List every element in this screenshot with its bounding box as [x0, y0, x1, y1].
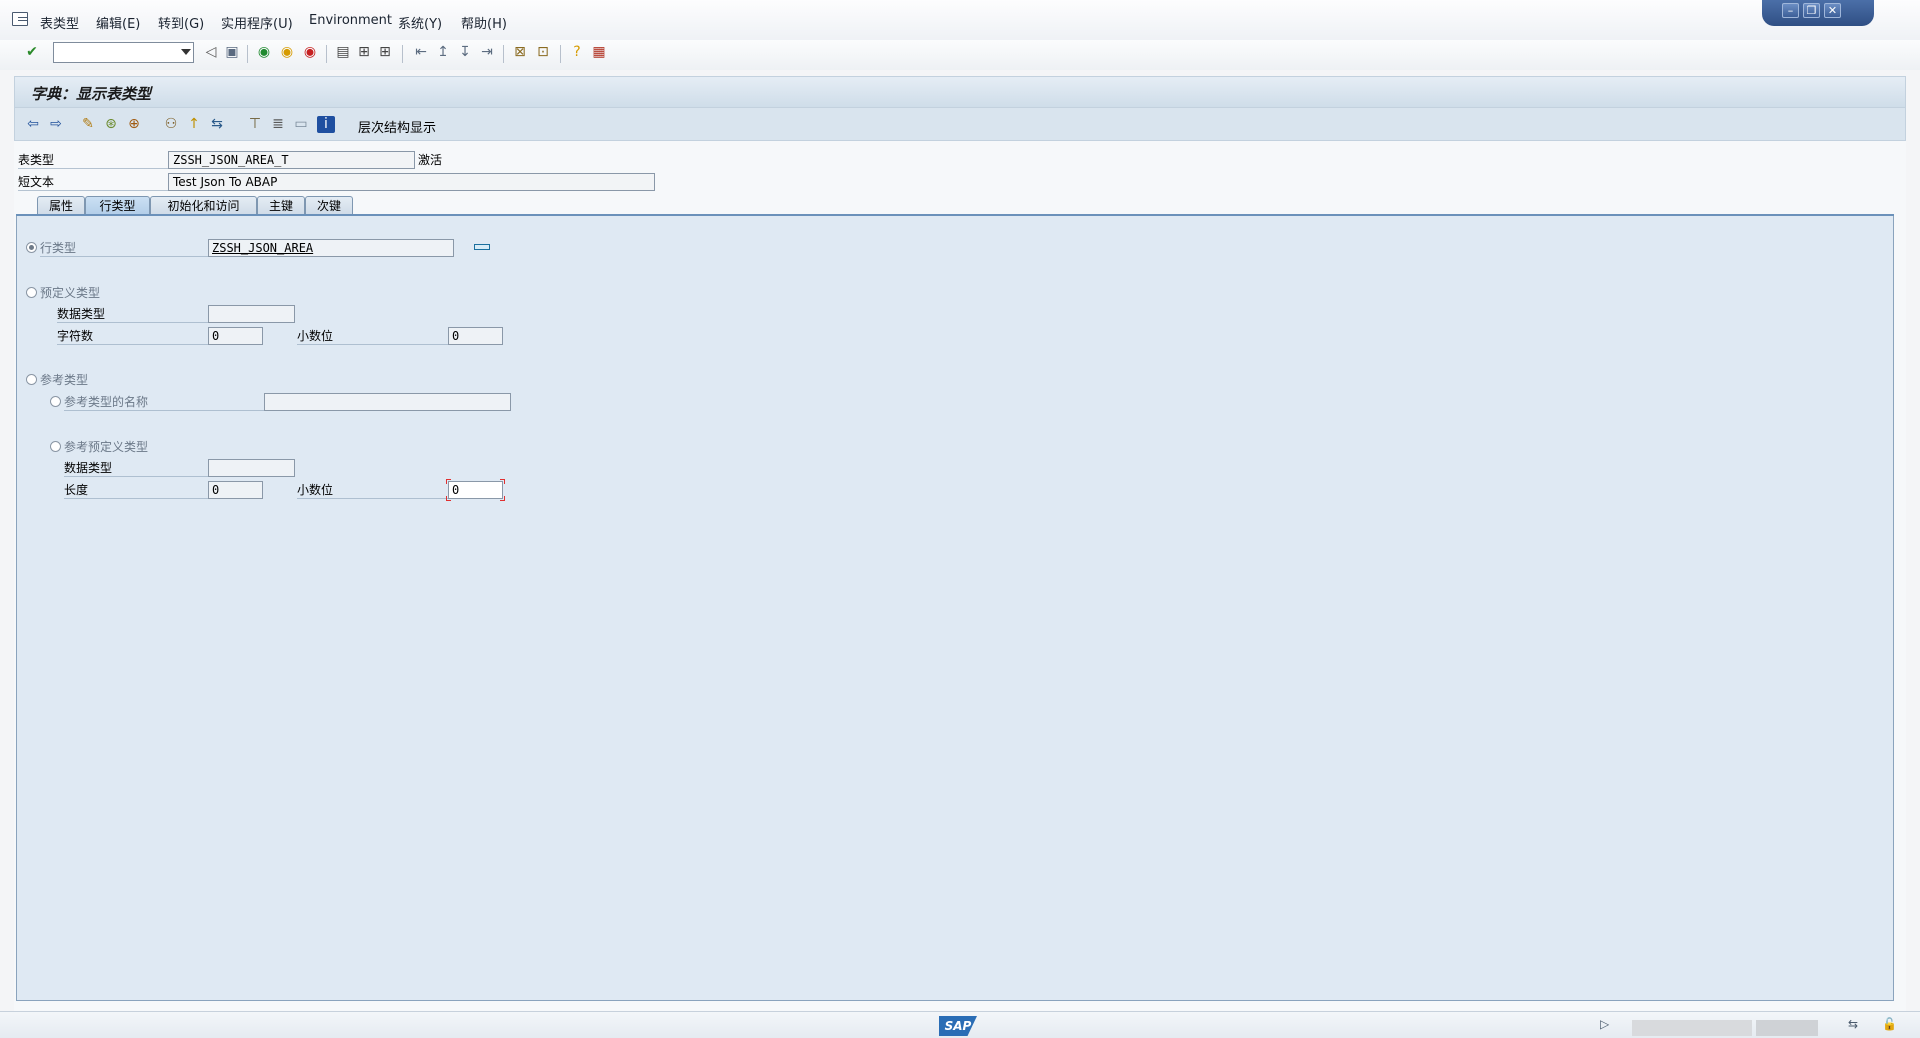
- toolbar-separator: [503, 45, 504, 63]
- overwrite-mode-icon[interactable]: ⇆: [1848, 1017, 1858, 1031]
- help-icon[interactable]: ?: [569, 44, 585, 60]
- menu-help[interactable]: 帮助(H): [461, 13, 507, 32]
- toolbar-separator: [247, 45, 248, 63]
- toolbar-separator: [402, 45, 403, 63]
- minimize-button[interactable]: –: [1782, 3, 1799, 18]
- decimals-field[interactable]: 0: [448, 327, 503, 345]
- hierarchy-icon[interactable]: ⊤: [246, 116, 264, 133]
- info-icon[interactable]: i: [317, 116, 335, 133]
- decimals-label: 小数位: [297, 327, 448, 345]
- char-count-label: 字符数: [57, 327, 208, 345]
- restore-button[interactable]: ❐: [1803, 3, 1820, 18]
- other-object-icon[interactable]: ⊛: [102, 116, 120, 133]
- focus-corner: [446, 479, 451, 484]
- menu-bar: 表类型 编辑(E) 转到(G) 实用程序(U) Environment 系统(Y…: [0, 0, 1920, 44]
- hierarchy-display-button[interactable]: 层次结构显示: [358, 117, 436, 136]
- focus-corner: [500, 479, 505, 484]
- ref-name-label: 参考类型的名称: [64, 393, 264, 411]
- shortcut-icon[interactable]: ⊡: [535, 44, 551, 60]
- chevron-down-icon[interactable]: [181, 49, 191, 55]
- ref-decimals-label: 小数位: [297, 481, 448, 499]
- application-toolbar: ⇦ ⇨ ✎ ⊛ ⊕ ⚇ ↑ ⇆ ⊤ ≣ ▭ i 层次结构显示: [14, 108, 1906, 141]
- char-count-field[interactable]: 0: [208, 327, 263, 345]
- short-text-label: 短文本: [18, 173, 168, 191]
- ref-name-field[interactable]: [264, 393, 511, 411]
- status-label: 激活: [418, 153, 443, 167]
- focus-corner: [446, 496, 451, 501]
- short-text-field[interactable]: Test Json To ABAP: [168, 173, 655, 191]
- display-object-list-icon[interactable]: ≣: [269, 116, 287, 133]
- more-icon[interactable]: [474, 244, 490, 250]
- data-type-label: 数据类型: [57, 305, 208, 323]
- ref-decimals-field[interactable]: 0: [448, 481, 503, 499]
- last-page-icon[interactable]: ⇥: [479, 44, 495, 60]
- menu-utilities[interactable]: 实用程序(U): [221, 13, 293, 32]
- ref-type-label: 参考类型: [40, 373, 89, 387]
- print-icon[interactable]: ▤: [335, 44, 351, 60]
- menu-goto[interactable]: 转到(G): [158, 13, 204, 32]
- table-type-label: 表类型: [18, 151, 168, 169]
- row-type-field[interactable]: ZSSH_JSON_AREA: [208, 239, 454, 257]
- back-icon[interactable]: ◉: [256, 44, 272, 60]
- predefined-type-radio[interactable]: [26, 287, 37, 298]
- ref-type-radio[interactable]: [26, 374, 37, 385]
- check-icon[interactable]: ⊕: [125, 116, 143, 133]
- window-controls: – ❐ ✕: [1762, 0, 1874, 26]
- status-bar: SAP ▷ ⇆ 🔓: [0, 1011, 1920, 1038]
- close-button[interactable]: ✕: [1824, 3, 1841, 18]
- status-toggle-icon[interactable]: ▷: [1600, 1017, 1609, 1031]
- system-info: [1756, 1020, 1818, 1036]
- ref-predef-radio[interactable]: [50, 441, 61, 452]
- ref-data-type-label: 数据类型: [64, 459, 208, 477]
- row-type-radio[interactable]: [26, 242, 37, 253]
- window-icon[interactable]: ▭: [292, 116, 310, 133]
- command-field[interactable]: [53, 42, 194, 63]
- enter-icon[interactable]: ✔: [24, 44, 40, 60]
- predefined-type-label: 预定义类型: [40, 286, 101, 300]
- navigation-icon[interactable]: ⇆: [208, 116, 226, 133]
- triangle-left-icon[interactable]: ◁: [203, 44, 219, 60]
- title-bar: 字典：显示表类型: [14, 76, 1906, 108]
- menu-icon[interactable]: [12, 12, 28, 26]
- find-next-icon[interactable]: ⊞: [377, 44, 393, 60]
- toolbar-separator: [326, 45, 327, 63]
- where-used-icon[interactable]: ↑: [185, 116, 203, 133]
- data-type-field[interactable]: [208, 305, 295, 323]
- length-field[interactable]: 0: [208, 481, 263, 499]
- cancel-icon[interactable]: ◉: [302, 44, 318, 60]
- ref-predef-label: 参考预定义类型: [64, 440, 149, 454]
- focus-corner: [500, 496, 505, 501]
- sap-logo: SAP: [939, 1016, 977, 1036]
- find-icon[interactable]: ⊞: [356, 44, 372, 60]
- layout-menu-icon[interactable]: ▦: [591, 44, 607, 60]
- exit-icon[interactable]: ◉: [279, 44, 295, 60]
- menu-table-type[interactable]: 表类型: [40, 13, 79, 32]
- tab-row-type[interactable]: 行类型: [85, 196, 150, 215]
- edit-toggle-icon[interactable]: ✎: [79, 116, 97, 133]
- menu-environment[interactable]: Environment: [309, 13, 392, 28]
- previous-page-icon[interactable]: ↥: [435, 44, 451, 60]
- page-title: 字典：显示表类型: [31, 85, 152, 103]
- tab-init-access[interactable]: 初始化和访问: [150, 196, 257, 215]
- arrow-right-icon[interactable]: ⇨: [47, 116, 65, 133]
- length-label: 长度: [64, 481, 208, 499]
- arrow-left-icon[interactable]: ⇦: [24, 116, 42, 133]
- save-icon[interactable]: ▣: [224, 44, 240, 60]
- first-page-icon[interactable]: ⇤: [413, 44, 429, 60]
- tab-secondary-key[interactable]: 次键: [305, 196, 353, 215]
- activate-icon[interactable]: ⚇: [162, 116, 180, 133]
- next-page-icon[interactable]: ↧: [457, 44, 473, 60]
- menu-system[interactable]: 系统(Y): [398, 13, 442, 32]
- lock-icon[interactable]: 🔓: [1882, 1017, 1897, 1031]
- new-session-icon[interactable]: ⊠: [512, 44, 528, 60]
- ref-name-radio[interactable]: [50, 396, 61, 407]
- tab-primary-key[interactable]: 主键: [257, 196, 305, 215]
- row-type-label: 行类型: [40, 239, 208, 257]
- ref-data-type-field[interactable]: [208, 459, 295, 477]
- tab-attributes[interactable]: 属性: [37, 196, 85, 215]
- system-info: [1632, 1020, 1752, 1036]
- table-type-field[interactable]: ZSSH_JSON_AREA_T: [168, 151, 415, 169]
- toolbar-separator: [560, 45, 561, 63]
- menu-edit[interactable]: 编辑(E): [96, 13, 140, 32]
